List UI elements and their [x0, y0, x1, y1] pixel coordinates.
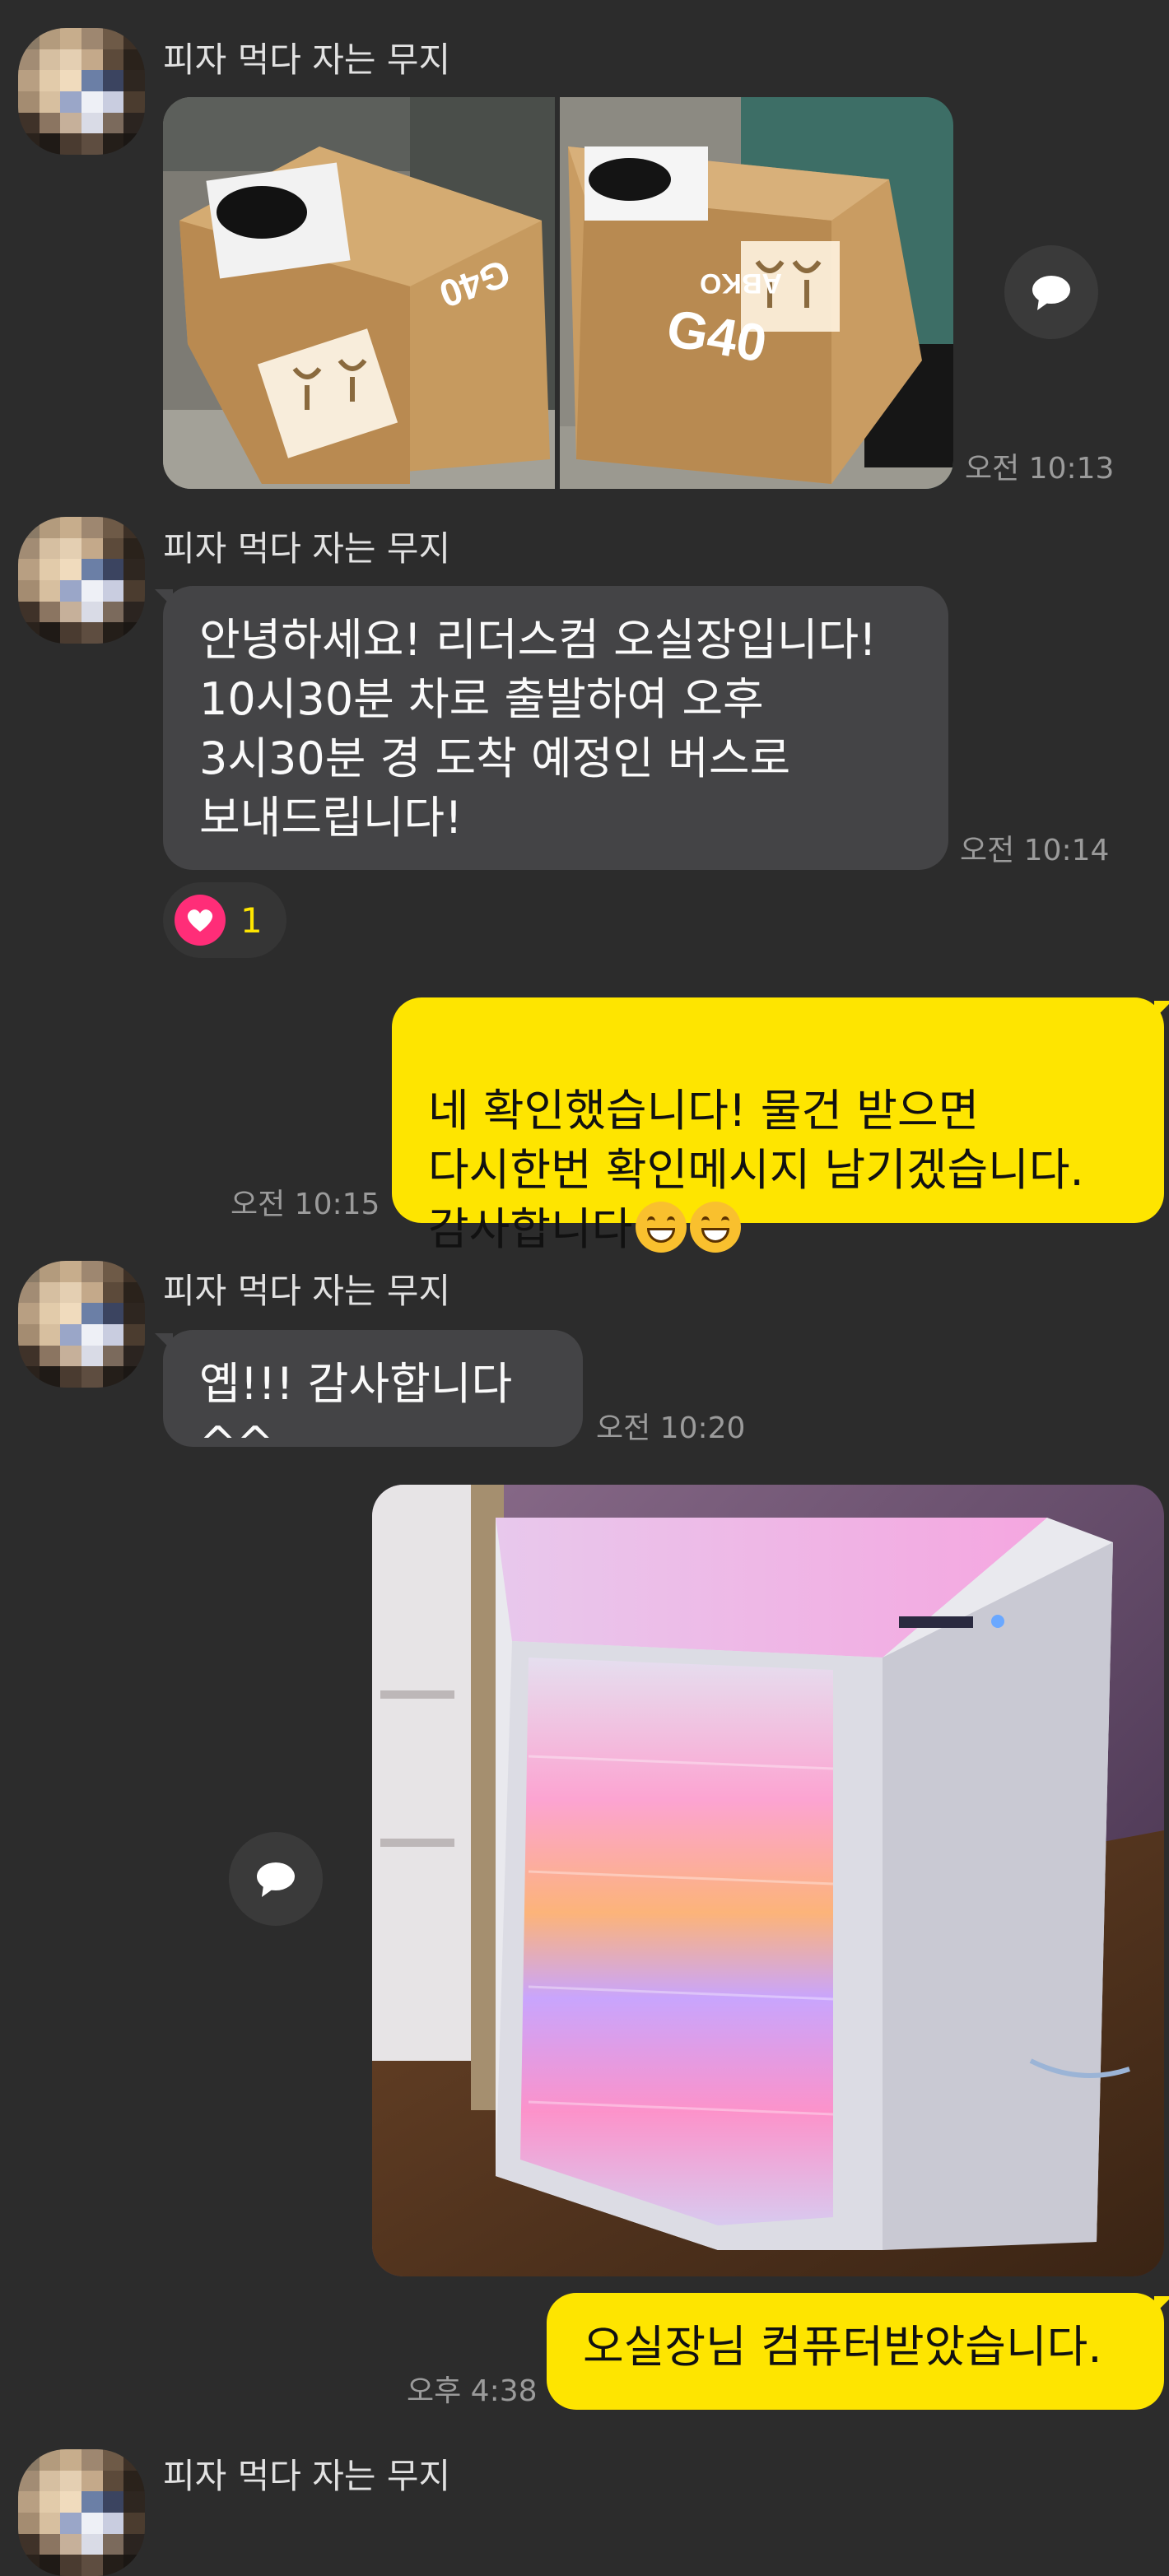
reaction-count: 1 — [240, 900, 263, 941]
box-brand-text: ABKO — [700, 267, 782, 299]
timestamp: 오전 10:20 — [596, 1411, 746, 1445]
heart-icon — [175, 895, 226, 946]
sender-name: 피자 먹다 자는 무지 — [163, 40, 451, 80]
chat-screen: { "chat": { "messages": [ {"sender": "피자… — [0, 0, 1169, 2576]
message-text: 네 확인했습니다! 물건 받으면 다시한번 확인메시지 남기겠습니다. 감사합니… — [428, 1085, 1084, 1255]
avatar[interactable] — [18, 517, 145, 644]
box-photo-2-image: ABKO G40 — [560, 97, 953, 489]
message-bubble[interactable]: 안녕하세요! 리더스컴 오실장입니다! 10시30분 차로 출발하여 오후 3시… — [163, 586, 948, 870]
pc-case-photo — [372, 1485, 1164, 2276]
photo-pc[interactable] — [372, 1485, 1164, 2276]
bubble-tail — [1154, 1001, 1169, 1019]
sender-name: 피자 먹다 자는 무지 — [163, 2456, 451, 2496]
speech-bubble-icon — [257, 1862, 295, 1897]
grinning-face-icon — [690, 1202, 742, 1253]
message-bubble[interactable]: 옙!!! 감사합니다^^ — [163, 1330, 583, 1469]
photo-box-2[interactable]: ABKO G40 — [560, 97, 953, 489]
speech-bubble-icon — [1032, 276, 1070, 310]
message-bubble-outgoing[interactable]: 오실장님 컴퓨터받았습니다. — [547, 2293, 1164, 2410]
photo-box-1[interactable]: G40 — [163, 97, 555, 489]
avatar[interactable] — [18, 2449, 145, 2576]
grinning-face-icon — [636, 1202, 687, 1253]
timestamp: 오전 10:13 — [965, 452, 1115, 486]
sender-name: 피자 먹다 자는 무지 — [163, 1271, 451, 1311]
bubble-tail — [1154, 2296, 1169, 2314]
sender-name: 피자 먹다 자는 무지 — [163, 528, 451, 569]
timestamp: 오전 10:15 — [231, 1188, 380, 1221]
reaction-badge[interactable]: 1 — [163, 882, 286, 958]
timestamp: 오전 10:14 — [960, 834, 1110, 867]
avatar[interactable] — [18, 28, 145, 155]
message-bubble-outgoing[interactable]: 네 확인했습니다! 물건 받으면 다시한번 확인메시지 남기겠습니다. 감사합니… — [392, 997, 1164, 1255]
box-photo-1-image: G40 — [163, 97, 555, 489]
share-button[interactable] — [1004, 245, 1098, 339]
timestamp: 오후 4:38 — [407, 2374, 538, 2408]
avatar[interactable] — [18, 1261, 145, 1388]
share-button[interactable] — [229, 1832, 323, 1926]
